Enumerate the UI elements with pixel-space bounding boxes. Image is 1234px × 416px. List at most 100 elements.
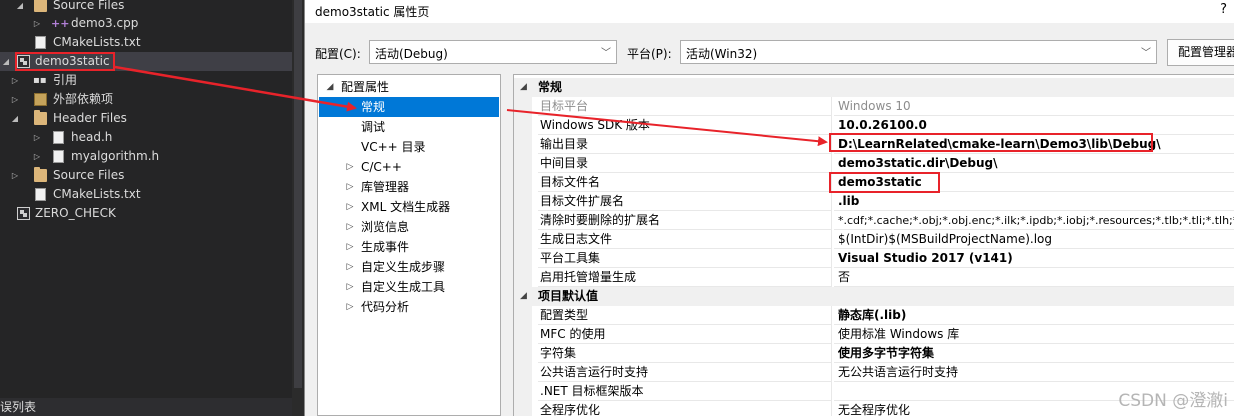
tree-item-browse-info[interactable]: ▷ 浏览信息 [319, 217, 499, 237]
collapsed-caret-icon[interactable]: ▷ [345, 177, 355, 197]
dialog-title: demo3static 属性页 [315, 5, 430, 19]
tree-item-source-files[interactable]: ◢ Source Files [0, 0, 292, 15]
expand-caret-icon[interactable]: ◢ [10, 109, 20, 128]
help-button[interactable]: ? [1220, 2, 1227, 17]
explorer-scrollbar-thumb[interactable] [294, 0, 302, 388]
prop-value: *.cdf;*.cache;*.obj;*.obj.enc;*.ilk;*.ip… [834, 211, 1234, 230]
prop-managed-incremental-build[interactable]: 启用托管增量生成 否 [514, 268, 1234, 287]
chevron-down-icon: ﹀ [601, 48, 611, 59]
collapsed-caret-icon[interactable]: ▷ [10, 71, 20, 90]
expand-caret-icon[interactable]: ◢ [325, 77, 335, 97]
tree-item-label: 库管理器 [361, 180, 410, 194]
tree-item-label: 常规 [361, 100, 386, 114]
section-title: 常规 [538, 80, 563, 94]
expand-caret-icon[interactable]: ◢ [520, 287, 527, 306]
tree-item-cmakelists[interactable]: CMakeLists.txt [0, 33, 292, 52]
tree-item-cmakelists-2[interactable]: CMakeLists.txt [0, 185, 292, 204]
expand-caret-icon[interactable]: ◢ [520, 78, 527, 97]
prop-build-log-file[interactable]: 生成日志文件 $(IntDir)$(MSBuildProjectName).lo… [514, 230, 1234, 249]
collapsed-caret-icon[interactable]: ▷ [32, 128, 42, 147]
prop-name: 清除时要删除的扩展名 [538, 211, 832, 230]
tree-item-debugging[interactable]: 调试 [319, 117, 499, 137]
project-icon [17, 207, 30, 220]
tree-item-label: myalgorithm.h [71, 149, 160, 163]
text-file-icon [35, 36, 46, 49]
tree-item-demo3-cpp[interactable]: ▷ ++ demo3.cpp [0, 14, 292, 33]
prop-value: demo3static.dir\Debug\ [834, 154, 1234, 173]
tree-item-references[interactable]: ▷ ▪▪ 引用 [0, 71, 292, 90]
collapsed-caret-icon[interactable]: ▷ [32, 14, 42, 33]
prop-value: 使用多字节字符集 [834, 344, 1234, 363]
prop-use-of-mfc[interactable]: MFC 的使用 使用标准 Windows 库 [514, 325, 1234, 344]
collapsed-caret-icon[interactable]: ▷ [10, 166, 20, 185]
tree-item-c-cpp[interactable]: ▷ C/C++ [319, 157, 499, 177]
platform-select[interactable]: 活动(Win32) ﹀ [680, 40, 1157, 64]
prop-configuration-type[interactable]: 配置类型 静态库(.lib) [514, 306, 1234, 325]
collapsed-caret-icon[interactable]: ▷ [345, 237, 355, 257]
config-select-value: 活动(Debug) [375, 47, 448, 61]
tree-item-label: VC++ 目录 [361, 140, 426, 154]
tree-item-label: 生成事件 [361, 240, 410, 254]
collapsed-caret-icon[interactable]: ▷ [345, 197, 355, 217]
tree-item-label: 代码分析 [361, 300, 410, 314]
prop-name: 生成日志文件 [538, 230, 832, 249]
tree-item-label: C/C++ [361, 160, 402, 174]
prop-name: 目标平台 [538, 97, 832, 116]
prop-clean-extensions[interactable]: 清除时要删除的扩展名 *.cdf;*.cache;*.obj;*.obj.enc… [514, 211, 1234, 230]
tree-item-zero-check[interactable]: ZERO_CHECK [0, 204, 292, 223]
tree-item-code-analysis[interactable]: ▷ 代码分析 [319, 297, 499, 317]
collapsed-caret-icon[interactable]: ▷ [345, 297, 355, 317]
prop-value: .lib [834, 192, 1234, 211]
config-manager-button[interactable]: 配置管理器 [1167, 39, 1234, 66]
tree-item-label: Header Files [53, 111, 127, 125]
property-pages-dialog: demo3static 属性页 ? 配置(C): 活动(Debug) ﹀ 平台(… [304, 0, 1234, 416]
prop-value: 静态库(.lib) [834, 306, 1234, 325]
collapsed-caret-icon[interactable]: ▷ [345, 217, 355, 237]
expand-caret-icon[interactable]: ◢ [1, 52, 11, 71]
section-project-defaults[interactable]: ◢ 项目默认值 [514, 287, 1234, 306]
collapsed-caret-icon[interactable]: ▷ [10, 90, 20, 109]
tree-item-source-files-2[interactable]: ▷ Source Files [0, 166, 292, 185]
tree-item-general[interactable]: 常规 [319, 97, 499, 117]
collapsed-caret-icon[interactable]: ▷ [345, 157, 355, 177]
annotation-box-target-name [829, 172, 940, 193]
tree-item-custom-build-tool[interactable]: ▷ 自定义生成工具 [319, 277, 499, 297]
tree-item-head-h[interactable]: ▷ head.h [0, 128, 292, 147]
collapsed-caret-icon[interactable]: ▷ [345, 277, 355, 297]
prop-clr-support[interactable]: 公共语言运行时支持 无公共语言运行时支持 [514, 363, 1234, 382]
config-label: 配置(C): [315, 47, 361, 61]
prop-name: 目标文件扩展名 [538, 192, 832, 211]
prop-intermediate-directory[interactable]: 中间目录 demo3static.dir\Debug\ [514, 154, 1234, 173]
tree-item-librarian[interactable]: ▷ 库管理器 [319, 177, 499, 197]
prop-name: 配置类型 [538, 306, 832, 325]
prop-platform-toolset[interactable]: 平台工具集 Visual Studio 2017 (v141) [514, 249, 1234, 268]
prop-character-set[interactable]: 字符集 使用多字节字符集 [514, 344, 1234, 363]
prop-name: 平台工具集 [538, 249, 832, 268]
tree-item-label: 自定义生成工具 [361, 280, 446, 294]
collapsed-caret-icon[interactable]: ▷ [345, 257, 355, 277]
tree-item-label: CMakeLists.txt [53, 187, 141, 201]
tree-item-label: 外部依赖项 [53, 92, 114, 106]
tree-item-xml-doc[interactable]: ▷ XML 文档生成器 [319, 197, 499, 217]
config-select[interactable]: 活动(Debug) ﹀ [369, 40, 617, 64]
tree-item-build-events[interactable]: ▷ 生成事件 [319, 237, 499, 257]
collapsed-caret-icon[interactable]: ▷ [32, 147, 42, 166]
tree-root-label: 配置属性 [341, 80, 390, 94]
tree-item-label: Source Files [53, 168, 125, 182]
prop-target-platform[interactable]: 目标平台 Windows 10 [514, 97, 1234, 116]
tree-item-label: head.h [71, 130, 113, 144]
tree-item-header-files[interactable]: ◢ Header Files [0, 109, 292, 128]
tree-item-label: demo3.cpp [71, 16, 139, 30]
header-file-icon [53, 131, 64, 144]
tree-item-myalgorithm-h[interactable]: ▷ myalgorithm.h [0, 147, 292, 166]
folder-icon [34, 0, 47, 12]
expand-caret-icon[interactable]: ◢ [15, 0, 25, 15]
tree-root-config-properties[interactable]: ◢ 配置属性 [319, 77, 499, 97]
tree-item-vc-directories[interactable]: VC++ 目录 [319, 137, 499, 157]
error-list-tab[interactable]: 误列表 [0, 398, 292, 416]
prop-target-extension[interactable]: 目标文件扩展名 .lib [514, 192, 1234, 211]
tree-item-custom-build-step[interactable]: ▷ 自定义生成步骤 [319, 257, 499, 277]
tree-item-external-deps[interactable]: ▷ 外部依赖项 [0, 90, 292, 109]
tree-item-label: CMakeLists.txt [53, 35, 141, 49]
section-general[interactable]: ◢ 常规 [514, 78, 1234, 97]
